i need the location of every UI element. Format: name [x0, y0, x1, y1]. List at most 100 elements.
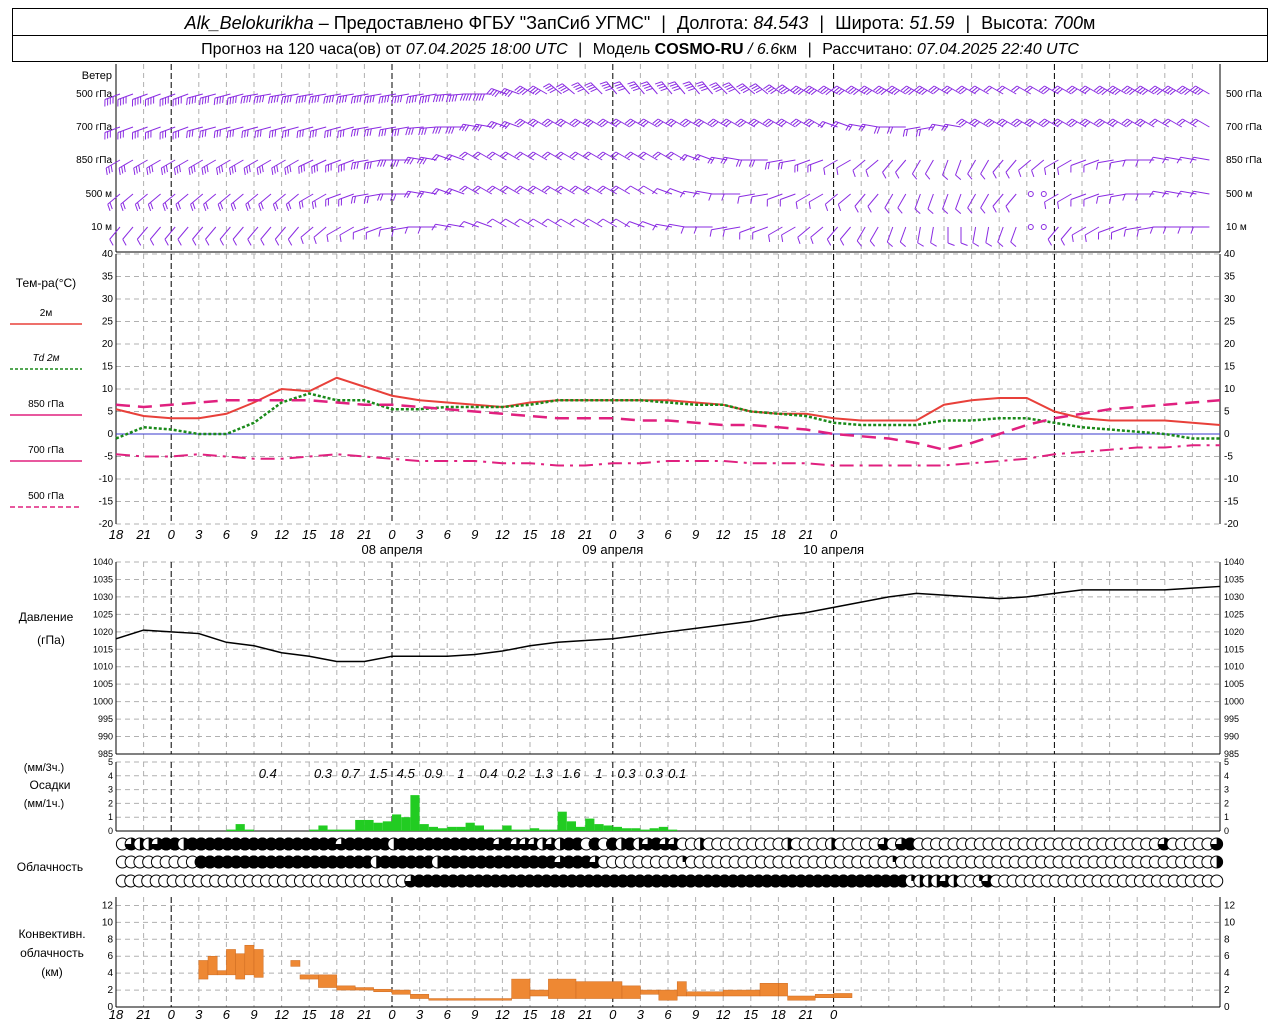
precip-3h-label: 1: [595, 766, 602, 781]
wind-barb-flag: [353, 196, 356, 204]
wind-barb-flag: [379, 159, 384, 167]
x-tick-label: 6: [444, 527, 452, 542]
wind-barb-shaft: [260, 226, 272, 240]
wind-barb-flag: [286, 166, 289, 174]
wind-barb-flag: [256, 167, 259, 175]
precip-bar: [373, 822, 383, 831]
wind-barb-flag: [972, 242, 980, 247]
wind-barb-flag: [571, 82, 579, 87]
wind-barb-flag: [738, 85, 745, 90]
wind-barb-flag: [164, 202, 168, 210]
wind-barb-flag: [232, 202, 237, 210]
wind-barb-flag: [573, 84, 581, 89]
wind-barb-flag: [603, 85, 611, 89]
wind-barb-flag: [230, 204, 234, 212]
wind-barb-flag: [137, 202, 141, 210]
wind-barb-flag: [219, 96, 222, 104]
wind-barb-flag: [942, 174, 949, 180]
wind-barb-flag: [781, 234, 784, 242]
convective-bar: [318, 974, 338, 988]
wind-barb-flag: [422, 157, 427, 165]
wind-barb-flag: [459, 93, 464, 101]
wind-barb-flag: [201, 97, 204, 105]
x-tick-label: 0: [609, 1007, 617, 1022]
wind-barb-flag: [395, 159, 400, 167]
wind-barb-flag: [586, 84, 594, 89]
temp-title: Тем-ра(°C): [16, 276, 76, 290]
wind-barb-shaft: [205, 226, 217, 240]
wind-barb-flag: [435, 126, 439, 134]
wind-barb-shaft: [1060, 226, 1072, 240]
precip-bar: [594, 824, 604, 831]
wind-barb-flag: [597, 218, 604, 224]
wind-barb-flag: [1096, 196, 1099, 204]
wind-barb-flag: [461, 124, 467, 131]
wind-level-label: 700 гПа: [76, 122, 112, 133]
wind-barb-flag: [406, 96, 409, 104]
wind-barb-flag: [560, 86, 567, 92]
wind-barb-flag: [895, 172, 900, 179]
wind-barb-flag: [742, 88, 750, 94]
wind-barb-shaft: [1071, 226, 1087, 236]
wind-barb-flag: [724, 84, 732, 89]
wind-barb-flag: [667, 81, 675, 85]
wind-barb-flag: [339, 96, 342, 104]
y-tick-label-right: 1010: [1224, 662, 1244, 672]
wind-barb-flag: [421, 128, 425, 136]
wind-barb-flag: [711, 84, 719, 89]
wind-barb-flag: [276, 95, 279, 103]
y-tick-label-left: 2: [107, 985, 113, 996]
precip-3h-label: 0.3: [645, 766, 664, 781]
legend-label: 2м: [40, 308, 53, 319]
x-tick-label: 6: [664, 527, 672, 542]
conv-title-line: облачность: [20, 946, 84, 960]
y-tick-label-left: 3: [108, 785, 113, 795]
wind-barb-flag: [378, 229, 381, 237]
wind-barb-flag: [289, 95, 292, 103]
wind-barb-flag: [549, 88, 557, 94]
wind-barb-flag: [339, 234, 342, 242]
wind-barb-flag: [632, 87, 640, 92]
wind-barb-flag: [109, 239, 114, 246]
convective-bar: [428, 998, 512, 1001]
wind-barb-flag: [248, 165, 251, 173]
wind-barb-flag: [861, 124, 866, 131]
wind-barb-flag: [671, 85, 679, 89]
wind-barb-flag: [221, 165, 224, 173]
precip-bar: [622, 828, 632, 831]
wind-barb-flag: [207, 95, 210, 103]
wind-level-label: 500 гПа: [76, 89, 112, 100]
wind-barb-flag: [462, 93, 467, 101]
wind-barb-flag: [296, 131, 299, 139]
wind-barb-flag: [856, 240, 863, 247]
wind-barb-shaft: [826, 226, 838, 240]
precip-bar: [668, 829, 678, 831]
wind-barb-flag: [123, 165, 126, 173]
wind-barb-flag: [599, 81, 607, 85]
precip-bar: [511, 829, 521, 831]
wind-barb-flag: [366, 196, 369, 204]
wind-barb-flag: [311, 166, 313, 174]
pressure-line: [115, 585, 1221, 663]
legend-label: Td 2м: [33, 353, 60, 364]
wind-barb-flag: [624, 185, 631, 191]
wind-barb-flag: [350, 129, 354, 137]
precip-bar: [640, 829, 650, 831]
wind-barb-flag: [1189, 156, 1195, 164]
x-tick-label: 15: [523, 527, 538, 542]
wind-barb-flag: [889, 126, 894, 134]
x-tick-label: 18: [109, 1007, 124, 1022]
wind-barb-flag: [216, 167, 219, 175]
wind-barb-flag: [258, 204, 262, 212]
wind-barb-shaft: [1018, 159, 1032, 171]
wind-barb-flag: [274, 129, 277, 137]
wind-barb-flag: [1057, 201, 1060, 209]
wind-barb-flag: [640, 81, 648, 85]
wind-barb-flag: [312, 130, 315, 138]
wind-barb-flag: [350, 196, 354, 204]
y-tick-label-right: 1035: [1224, 574, 1244, 584]
wind-barb-shaft: [1010, 226, 1017, 243]
wind-barb-flag: [323, 96, 326, 104]
wind-barb-flag: [165, 165, 168, 173]
x-tick-label: 9: [471, 1007, 478, 1022]
